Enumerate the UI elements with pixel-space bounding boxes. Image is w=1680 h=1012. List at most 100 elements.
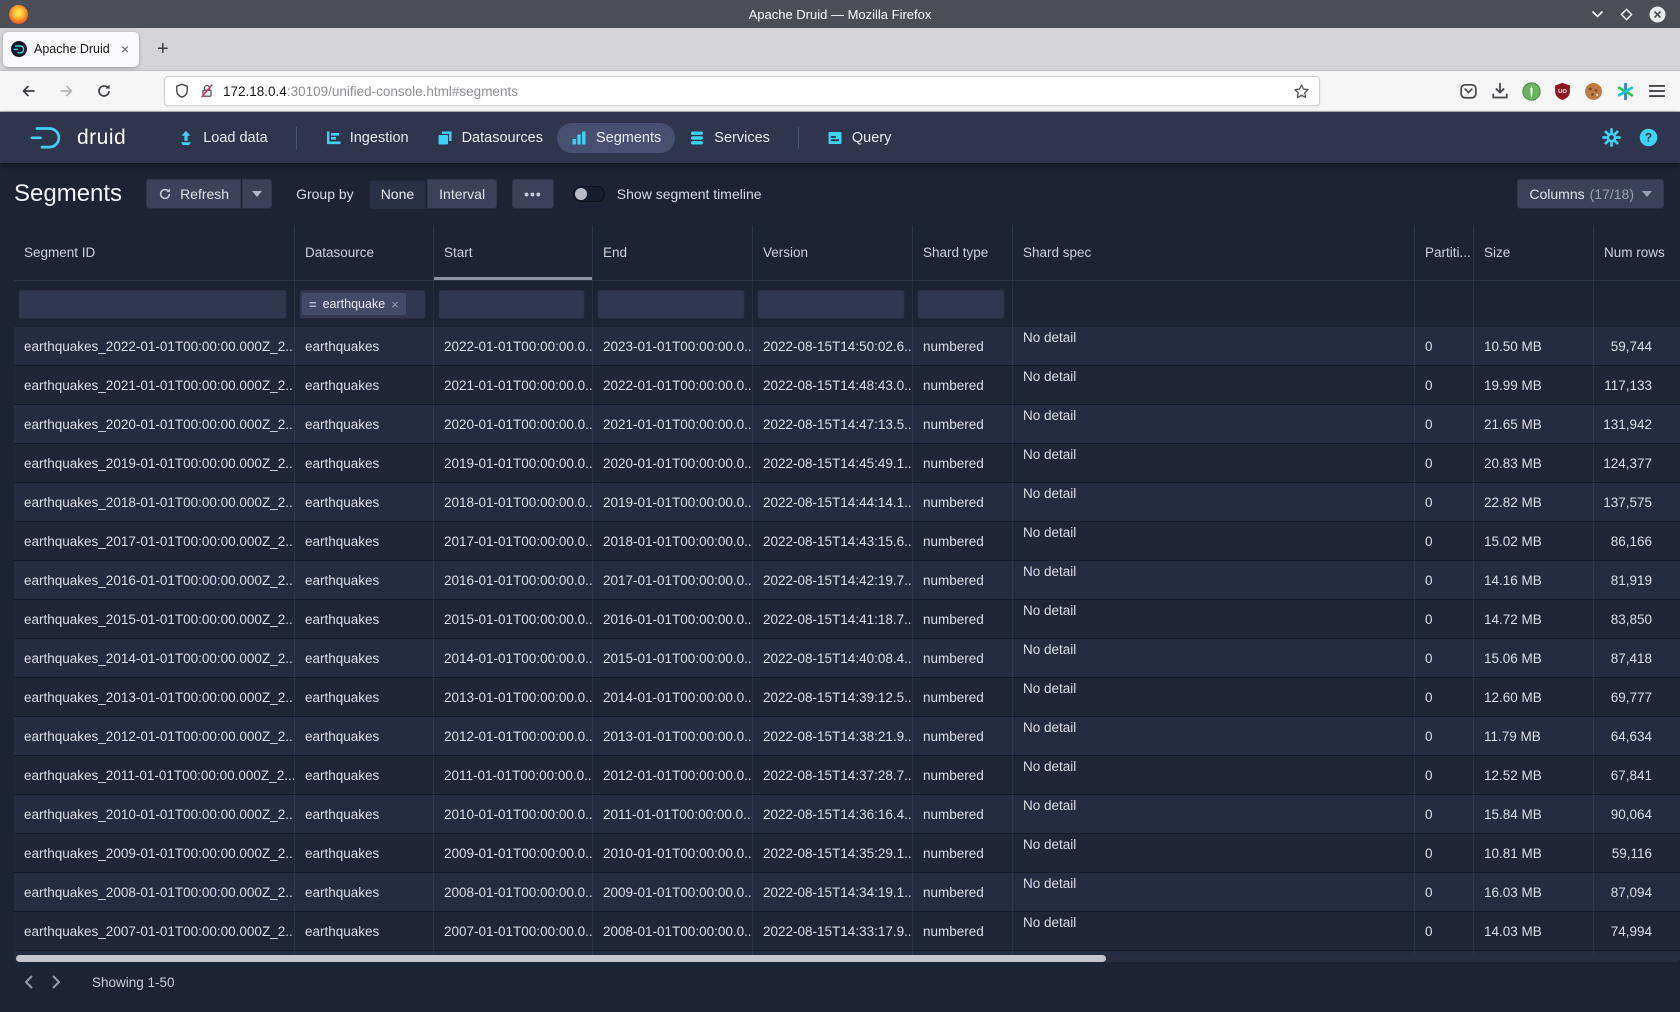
horizontal-scrollbar-thumb[interactable]: [16, 955, 1106, 962]
url-bar[interactable]: 172.18.0.4 :30109/unified-console.html#s…: [164, 76, 1320, 106]
group-by-interval-button[interactable]: Interval: [427, 179, 497, 209]
chevron-down-icon: [252, 191, 262, 197]
new-tab-button[interactable]: +: [151, 39, 175, 59]
cell-partition: 0: [1415, 327, 1474, 365]
help-icon[interactable]: ?: [1639, 128, 1658, 147]
cell-shard_spec: No detail: [1013, 561, 1415, 599]
table-row[interactable]: earthquakes_2010-01-01T00:00:00.000Z_2..…: [14, 795, 1680, 834]
filter-input-shard_type[interactable]: [917, 289, 1005, 319]
table-row[interactable]: earthquakes_2008-01-01T00:00:00.000Z_2..…: [14, 873, 1680, 912]
next-page-button[interactable]: [42, 968, 70, 996]
tracking-shield-icon[interactable]: [174, 83, 190, 99]
segment-timeline-toggle[interactable]: [573, 186, 605, 202]
column-header-shard_type[interactable]: Shard type: [913, 225, 1013, 280]
table-row[interactable]: earthquakes_2013-01-01T00:00:00.000Z_2..…: [14, 678, 1680, 717]
column-header-shard_spec[interactable]: Shard spec: [1013, 225, 1415, 280]
menu-hamburger-icon[interactable]: [1648, 83, 1666, 99]
refresh-button[interactable]: Refresh: [146, 179, 241, 209]
table-row[interactable]: earthquakes_2014-01-01T00:00:00.000Z_2..…: [14, 639, 1680, 678]
extension-cookie-icon[interactable]: [1584, 82, 1603, 101]
table-row[interactable]: earthquakes_2016-01-01T00:00:00.000Z_2..…: [14, 561, 1680, 600]
columns-button[interactable]: Columns (17/18): [1517, 179, 1664, 209]
table-row[interactable]: earthquakes_2020-01-01T00:00:00.000Z_2..…: [14, 405, 1680, 444]
refresh-menu-button[interactable]: [242, 179, 272, 209]
filter-input-start[interactable]: [438, 289, 585, 319]
filter-input-end[interactable]: [597, 289, 745, 319]
window-maximize-icon[interactable]: [1620, 8, 1633, 21]
tab-close-icon[interactable]: ×: [119, 41, 131, 57]
group-by-none-button[interactable]: None: [369, 179, 426, 209]
column-header-num_rows[interactable]: Num rows: [1594, 225, 1680, 280]
filter-input-datasource[interactable]: =earthquake×: [299, 289, 426, 319]
cell-shard_type: numbered: [913, 327, 1013, 365]
extension-ublock-icon[interactable]: UO: [1554, 82, 1571, 101]
extension-sparkle-icon[interactable]: [1616, 82, 1635, 101]
more-options-button[interactable]: •••: [512, 179, 554, 209]
remove-filter-icon[interactable]: ×: [391, 297, 399, 312]
nav-item-load-data[interactable]: Load data: [164, 123, 282, 153]
nav-item-ingestion[interactable]: Ingestion: [311, 123, 423, 153]
druid-favicon-icon: [11, 41, 27, 57]
cell-start: 2007-01-01T00:00:00.0...: [434, 912, 593, 950]
equals-operator-icon: =: [309, 297, 317, 312]
insecure-lock-icon[interactable]: [199, 83, 215, 99]
gantt-chart-icon: [325, 130, 341, 146]
table-row[interactable]: earthquakes_2018-01-01T00:00:00.000Z_2..…: [14, 483, 1680, 522]
cell-partition: 0: [1415, 639, 1474, 677]
column-header-segment_id[interactable]: Segment ID: [14, 225, 295, 280]
column-header-version[interactable]: Version: [753, 225, 913, 280]
tab-apache-druid[interactable]: Apache Druid ×: [3, 32, 139, 67]
table-row[interactable]: earthquakes_2007-01-01T00:00:00.000Z_2..…: [14, 912, 1680, 951]
extension-privacy-icon[interactable]: [1522, 82, 1541, 101]
druid-logo[interactable]: druid: [28, 123, 126, 153]
downloads-icon[interactable]: [1491, 82, 1509, 100]
table-row[interactable]: earthquakes_2012-01-01T00:00:00.000Z_2..…: [14, 717, 1680, 756]
column-header-start[interactable]: Start: [434, 225, 593, 280]
pagination-footer: Showing 1-50: [0, 959, 1680, 1005]
nav-item-segments[interactable]: Segments: [557, 123, 675, 153]
window-minimize-icon[interactable]: [1591, 10, 1604, 18]
cell-shard_spec: No detail: [1013, 795, 1415, 833]
window-close-icon[interactable]: [1649, 6, 1666, 23]
nav-item-services[interactable]: Services: [675, 123, 784, 153]
horizontal-scrollbar-track[interactable]: [14, 955, 1680, 962]
reload-button[interactable]: [90, 77, 118, 105]
settings-gear-icon[interactable]: [1602, 128, 1621, 147]
cell-start: 2010-01-01T00:00:00.0...: [434, 795, 593, 833]
table-row[interactable]: earthquakes_2019-01-01T00:00:00.000Z_2..…: [14, 444, 1680, 483]
column-header-end[interactable]: End: [593, 225, 753, 280]
cell-end: 2010-01-01T00:00:00.0...: [593, 834, 753, 872]
bookmark-star-icon[interactable]: [1293, 83, 1310, 100]
cell-num_rows: 74,994: [1594, 912, 1680, 950]
filter-input-version[interactable]: [757, 289, 905, 319]
back-button[interactable]: [14, 77, 42, 105]
cell-segment_id: earthquakes_2012-01-01T00:00:00.000Z_2..…: [14, 717, 295, 755]
column-header-datasource[interactable]: Datasource: [295, 225, 434, 280]
cell-size: 14.16 MB: [1474, 561, 1594, 599]
cell-partition: 0: [1415, 561, 1474, 599]
cell-end: 2012-01-01T00:00:00.0...: [593, 756, 753, 794]
forward-button[interactable]: [52, 77, 80, 105]
cell-start: 2008-01-01T00:00:00.0...: [434, 873, 593, 911]
cell-size: 16.03 MB: [1474, 873, 1594, 911]
cell-partition: 0: [1415, 795, 1474, 833]
pocket-icon[interactable]: [1459, 82, 1478, 100]
column-header-partition[interactable]: Partiti...: [1415, 225, 1474, 280]
cell-shard_spec: No detail: [1013, 600, 1415, 638]
table-row[interactable]: earthquakes_2017-01-01T00:00:00.000Z_2..…: [14, 522, 1680, 561]
group-by-label: Group by: [296, 186, 354, 202]
table-row[interactable]: earthquakes_2022-01-01T00:00:00.000Z_2..…: [14, 327, 1680, 366]
nav-item-query[interactable]: Query: [813, 123, 906, 153]
table-row[interactable]: earthquakes_2015-01-01T00:00:00.000Z_2..…: [14, 600, 1680, 639]
previous-page-button[interactable]: [14, 968, 42, 996]
filter-input-segment_id[interactable]: [18, 289, 287, 319]
nav-item-datasources[interactable]: Datasources: [423, 123, 557, 153]
column-header-size[interactable]: Size: [1474, 225, 1594, 280]
table-row[interactable]: earthquakes_2021-01-01T00:00:00.000Z_2..…: [14, 366, 1680, 405]
cell-datasource: earthquakes: [295, 717, 434, 755]
table-row[interactable]: earthquakes_2009-01-01T00:00:00.000Z_2..…: [14, 834, 1680, 873]
cell-segment_id: earthquakes_2007-01-01T00:00:00.000Z_2..…: [14, 912, 295, 950]
cell-datasource: earthquakes: [295, 366, 434, 404]
filter-cell-size: [1474, 281, 1594, 327]
table-row[interactable]: earthquakes_2011-01-01T00:00:00.000Z_2..…: [14, 756, 1680, 795]
